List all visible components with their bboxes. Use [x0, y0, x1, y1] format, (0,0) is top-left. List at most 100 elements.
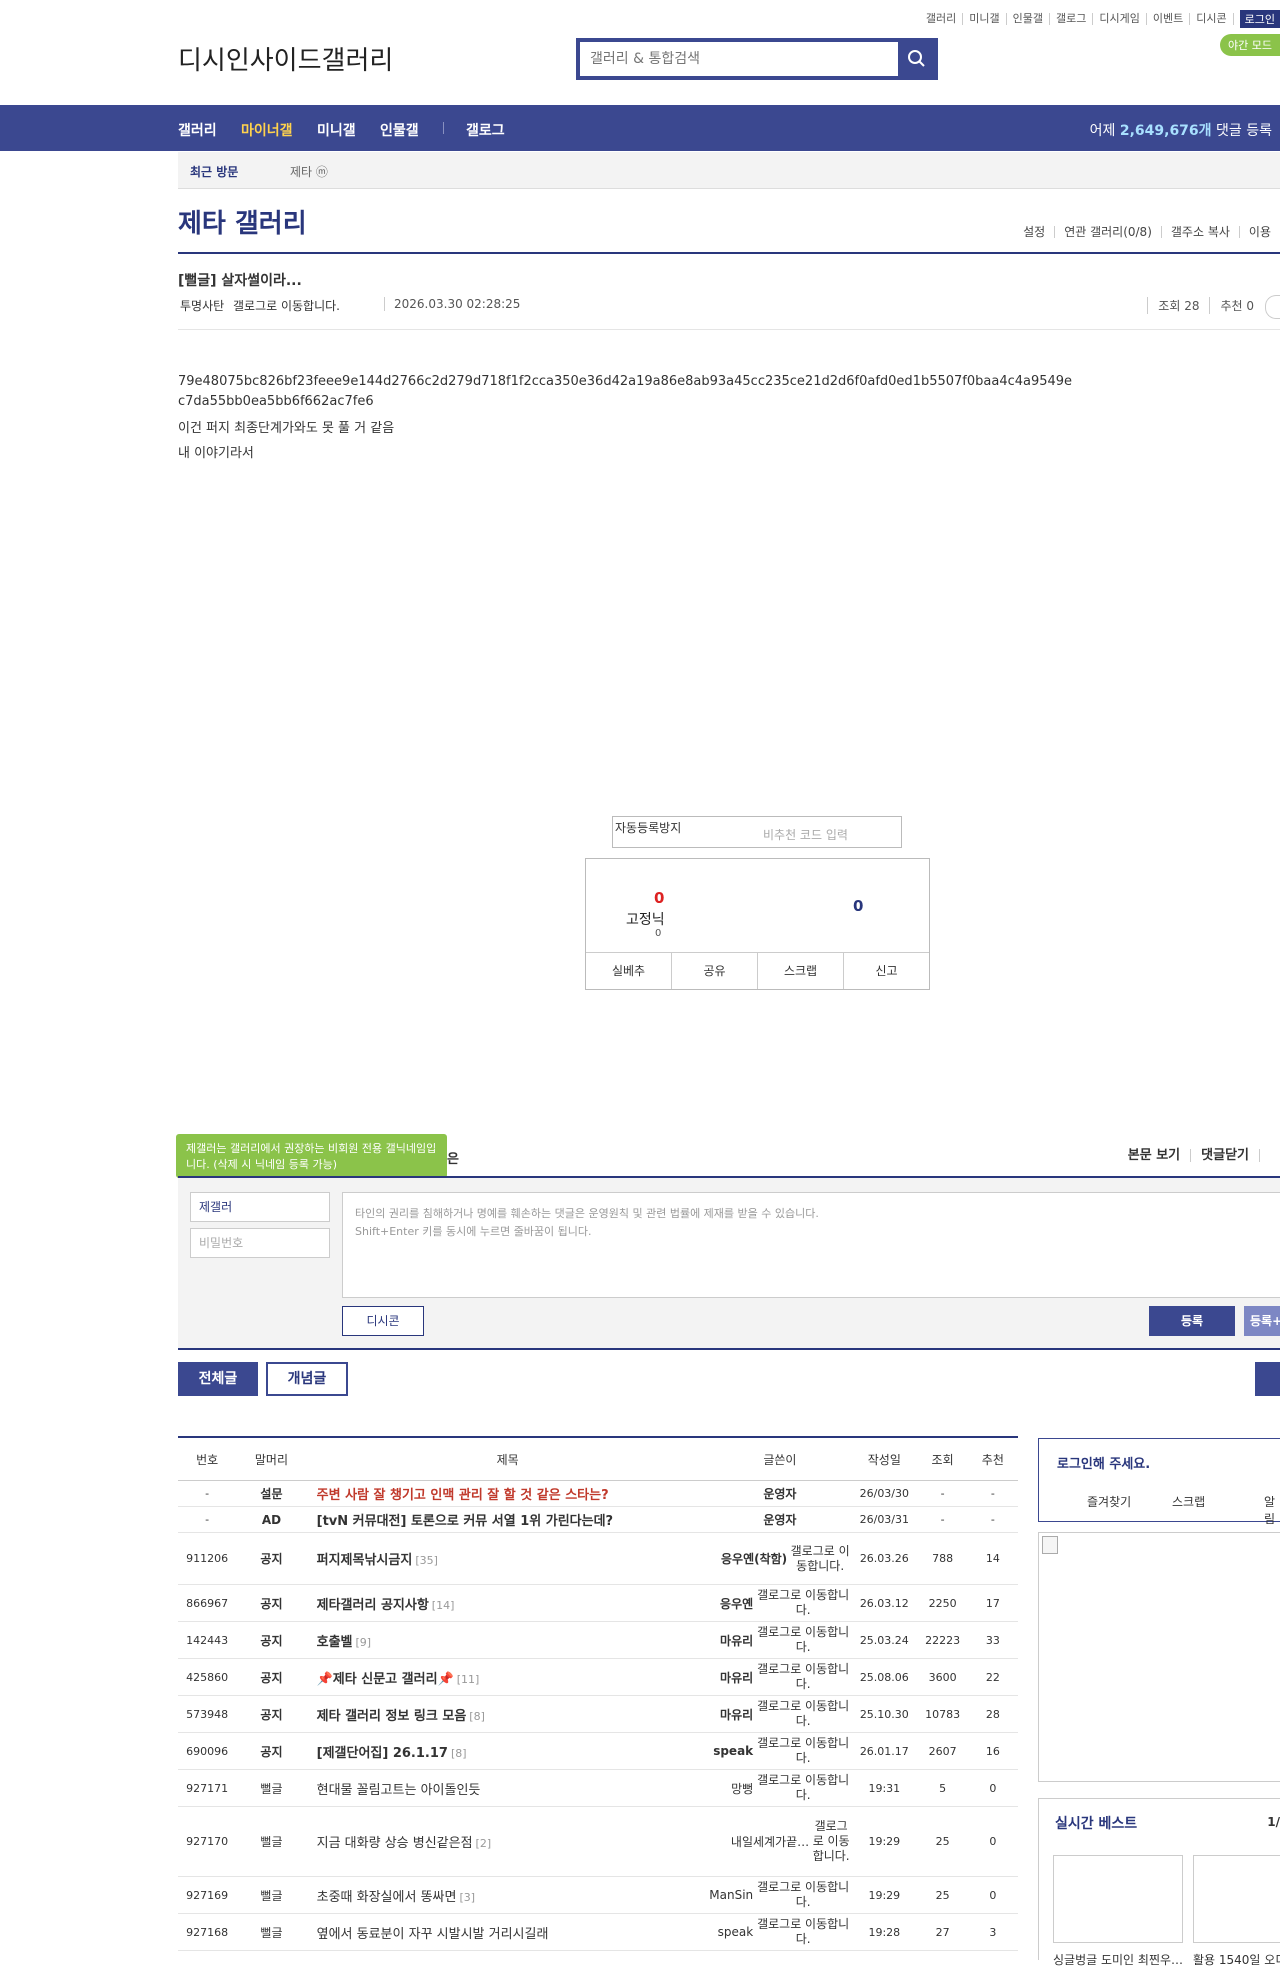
reply-count[interactable]: [9]: [356, 1636, 372, 1649]
gallog-icon[interactable]: 갤로그로 이동합니다.: [755, 1662, 851, 1692]
table-row[interactable]: 142443 공지 호출벨 [9] 마유리 갤로그로 이동합니다. 25.03.24 2222…: [178, 1621, 1018, 1659]
row-subject[interactable]: 지금 대화량 상승 병신같은점 [2]: [306, 1806, 709, 1877]
scrap-button[interactable]: 스크랩: [757, 953, 843, 989]
table-row[interactable]: 690096 공지 [제갤단어집] 26.1.17 [8] speak 갤로그로 이동합니…: [178, 1732, 1018, 1770]
row-subject-text[interactable]: 제타 갤러리 정보 링크 모음: [317, 1709, 467, 1724]
password-field[interactable]: 비밀번호: [190, 1228, 330, 1258]
gallog-icon[interactable]: 갤로그로 이동합니다.: [755, 1880, 851, 1910]
tab-concept-posts[interactable]: 개념글: [266, 1362, 348, 1396]
nickname-field[interactable]: 제갤러: [190, 1192, 330, 1222]
gallog-icon[interactable]: 갤로그로 이동합니다.: [755, 1773, 851, 1803]
reply-count[interactable]: [8]: [451, 1747, 467, 1760]
reply-count[interactable]: [3]: [459, 1891, 475, 1904]
night-mode-button[interactable]: 야간 모드: [1220, 34, 1280, 56]
gnb-gallery[interactable]: 갤러리: [178, 120, 217, 140]
table-row[interactable]: 573948 공지 제타 갤러리 정보 링크 모음 [8] 마유리 갤로그로 이동합니다.…: [178, 1695, 1018, 1733]
not-recommend-count[interactable]: 0: [853, 897, 863, 915]
table-row[interactable]: 927170 뻘글 지금 대화량 상승 병신같은점 [2] 내일세계가끝… 갤로그로 이동…: [178, 1806, 1018, 1877]
writer-name[interactable]: 마유리: [720, 1706, 753, 1723]
writer-name[interactable]: 마유리: [720, 1669, 753, 1686]
dccon-button[interactable]: 디시콘: [342, 1306, 424, 1336]
writer-name[interactable]: 응우옌(착함): [721, 1550, 787, 1567]
top-nav-minigall[interactable]: 미니갤: [963, 13, 1007, 25]
table-row[interactable]: - AD [tvN 커뮤대전] 토론으로 커뮤 서열 1위 가린다는데? 운영자 26/…: [178, 1506, 1018, 1533]
writer-name[interactable]: 망뻥: [731, 1780, 753, 1797]
table-row[interactable]: 927168 뻘글 옆에서 동료분이 자꾸 시발시발 거리시길래 speak 갤로그로 …: [178, 1913, 1018, 1951]
writer-name[interactable]: speak: [718, 1925, 754, 1939]
close-comments-link[interactable]: 댓글닫기: [1190, 1149, 1259, 1162]
row-subject[interactable]: 제타갤러리 공지사항 [14]: [306, 1584, 709, 1622]
writer-name[interactable]: speak: [713, 1744, 753, 1758]
comment-textarea[interactable]: 타인의 권리를 침해하거나 명예를 훼손하는 댓글은 운영원칙 및 관련 법률에…: [342, 1192, 1280, 1298]
more-button[interactable]: [1265, 295, 1280, 319]
row-subject-text[interactable]: 퍼지제목낚시금지: [317, 1553, 413, 1568]
row-writer[interactable]: 마유리 갤로그로 이동합니다.: [708, 1695, 852, 1733]
login-prompt[interactable]: 로그인해 주세요.: [1057, 1453, 1150, 1472]
gallog-icon[interactable]: 갤로그로 이동합니다.: [755, 1699, 851, 1729]
ad-banner[interactable]: [1038, 1532, 1280, 1782]
refresh-link[interactable]: [1259, 1149, 1280, 1162]
gallery-title[interactable]: 제타 갤러리: [178, 203, 307, 240]
view-body-link[interactable]: 본문 보기: [1118, 1149, 1190, 1162]
row-writer[interactable]: 망뻥 갤로그로 이동합니다.: [708, 1769, 852, 1807]
row-subject[interactable]: [제갤단어집] 26.1.17 [8]: [306, 1732, 709, 1770]
top-nav-gallog[interactable]: 갤로그: [1050, 13, 1094, 25]
table-row[interactable]: 911206 공지 퍼지제목낚시금지 [35] 응우옌(착함) 갤로그로 이동합니다. 26…: [178, 1532, 1018, 1585]
best-thumbnail[interactable]: [1193, 1855, 1280, 1943]
usage-link[interactable]: 이용: [1238, 226, 1280, 238]
row-subject-text[interactable]: 📌제타 신문고 갤러리📌: [317, 1672, 454, 1687]
register-recommend-button[interactable]: 등록+추천: [1244, 1306, 1280, 1336]
report-button[interactable]: 신고: [843, 953, 929, 989]
row-writer[interactable]: 운영자: [708, 1480, 852, 1507]
table-row[interactable]: 927171 뻘글 현대물 꼴림고트는 아이돌인듯 망뻥 갤로그로 이동합니다. 19:3…: [178, 1769, 1018, 1807]
gnb-minor-gallery[interactable]: 마이너갤: [241, 120, 293, 140]
table-row[interactable]: 927169 뻘글 초중때 화장실에서 똥싸면 [3] ManSin 갤로그로 이동합니다…: [178, 1876, 1018, 1914]
writer-name[interactable]: 운영자: [763, 1511, 796, 1528]
login-button[interactable]: 로그인: [1239, 10, 1280, 28]
row-writer[interactable]: speak 갤로그로 이동합니다.: [708, 1732, 852, 1770]
row-subject-text[interactable]: 호출벨: [317, 1635, 353, 1650]
row-writer[interactable]: 응우옌 갤로그로 이동합니다.: [708, 1584, 852, 1622]
register-button[interactable]: 등록: [1149, 1306, 1235, 1336]
row-writer[interactable]: speak 갤로그로 이동합니다.: [708, 1913, 852, 1951]
writer-name[interactable]: 운영자: [763, 1485, 796, 1502]
row-subject[interactable]: 주변 사람 잘 챙기고 인맥 관리 잘 할 것 같은 스타는?: [306, 1480, 709, 1507]
top-nav-gallery[interactable]: 갤러리: [920, 13, 964, 25]
post-writer[interactable]: 투명사탄: [180, 297, 224, 314]
gallery-settings-link[interactable]: 설정: [1014, 226, 1054, 238]
row-subject[interactable]: 옆에서 동료분이 자꾸 시발시발 거리시길래: [306, 1913, 709, 1951]
row-subject[interactable]: 퍼지제목낚시금지 [35]: [306, 1532, 709, 1585]
row-writer[interactable]: 응우옌(착함) 갤로그로 이동합니다.: [708, 1532, 852, 1585]
best-thumbnail[interactable]: [1053, 1855, 1183, 1943]
row-subject-text[interactable]: 옆에서 동료분이 자꾸 시발시발 거리시길래: [317, 1927, 549, 1942]
recent-gallery-link[interactable]: 제타 ⓜ: [290, 163, 328, 180]
gallog-icon[interactable]: 갤로그로 이동합니다.: [233, 297, 340, 314]
row-subject[interactable]: 초중때 화장실에서 똥싸면 [3]: [306, 1876, 709, 1914]
recommend-count[interactable]: 0: [654, 889, 664, 907]
row-subject[interactable]: 현대물 꼴림고트는 아이돌인듯: [306, 1769, 709, 1807]
gallog-icon[interactable]: 갤로그로 이동합니다.: [811, 1819, 851, 1864]
copy-address-link[interactable]: 갤주소 복사: [1160, 226, 1239, 238]
row-subject[interactable]: 호출벨 [9]: [306, 1621, 709, 1659]
row-writer[interactable]: 운영자: [708, 1506, 852, 1533]
reply-count[interactable]: [11]: [457, 1673, 480, 1686]
row-subject-text[interactable]: [제갤단어집] 26.1.17: [317, 1746, 448, 1761]
row-subject-text[interactable]: 주변 사람 잘 챙기고 인맥 관리 잘 할 것 같은 스타는?: [317, 1488, 609, 1503]
table-row[interactable]: 425860 공지 📌제타 신문고 갤러리📌 [11] 마유리 갤로그로 이동합니다. 25…: [178, 1658, 1018, 1696]
row-writer[interactable]: 마유리 갤로그로 이동합니다.: [708, 1658, 852, 1696]
site-logo[interactable]: 디시인사이드갤러리: [178, 40, 393, 77]
related-gallery-link[interactable]: 연관 갤러리(0/8): [1054, 226, 1161, 238]
row-subject-text[interactable]: 초중때 화장실에서 똥싸면: [317, 1890, 457, 1905]
top-nav-dcgame[interactable]: 디시게임: [1093, 13, 1147, 25]
gnb-mini-gallery[interactable]: 미니갤: [317, 120, 356, 140]
writer-name[interactable]: 응우옌: [720, 1595, 753, 1612]
row-writer[interactable]: 내일세계가끝… 갤로그로 이동합니다.: [708, 1806, 852, 1877]
write-button[interactable]: [1255, 1362, 1280, 1396]
captcha-input[interactable]: 비추천 코드 입력: [763, 826, 848, 843]
share-button[interactable]: 공유: [671, 953, 757, 989]
writer-name[interactable]: 마유리: [720, 1632, 753, 1649]
gallog-icon[interactable]: 갤로그로 이동합니다.: [789, 1544, 851, 1574]
reply-count[interactable]: [14]: [432, 1599, 455, 1612]
row-subject-text[interactable]: 지금 대화량 상승 병신같은점: [317, 1836, 473, 1851]
top-nav-person-gall[interactable]: 인물갤: [1007, 13, 1051, 25]
